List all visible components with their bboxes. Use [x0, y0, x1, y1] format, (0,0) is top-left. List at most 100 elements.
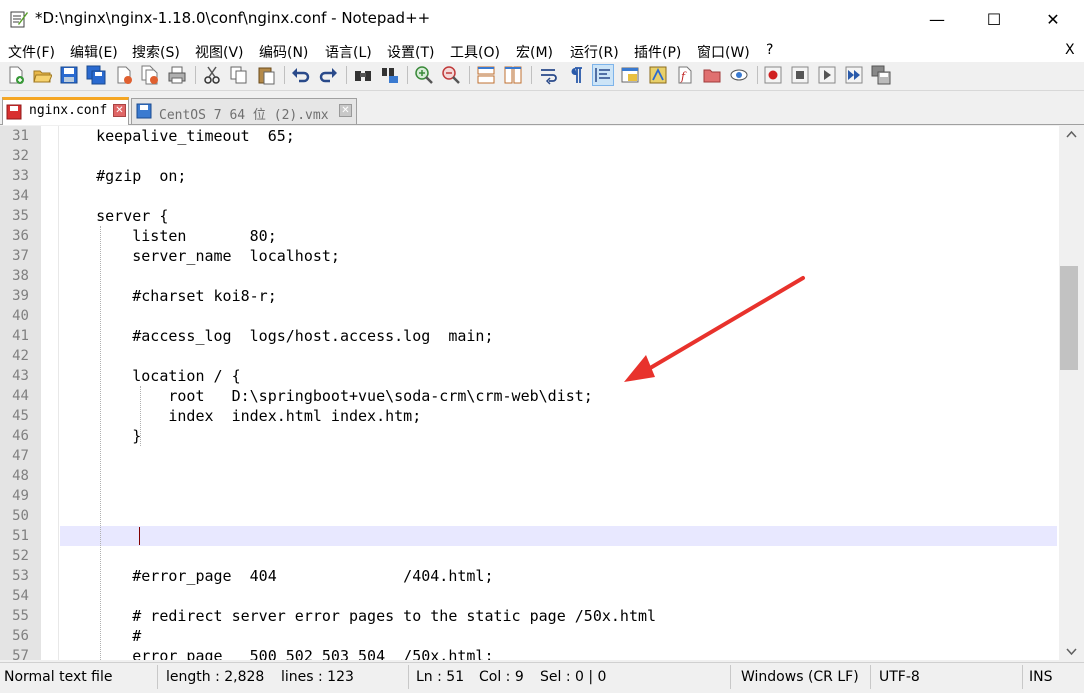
- menu-help[interactable]: ?: [766, 42, 773, 58]
- word-wrap-icon[interactable]: [539, 65, 559, 85]
- menu-search[interactable]: 搜索(S): [132, 42, 180, 62]
- menu-macro[interactable]: 宏(M): [516, 42, 553, 62]
- play-macro-icon[interactable]: [817, 65, 837, 85]
- line-number[interactable]: 56: [0, 626, 41, 646]
- run-macro-multiple-icon[interactable]: [844, 65, 864, 85]
- zoom-out-icon[interactable]: [441, 65, 461, 85]
- close-file-icon[interactable]: [114, 65, 134, 85]
- menu-language[interactable]: 语言(L): [325, 42, 372, 62]
- line-number[interactable]: 51: [0, 526, 41, 546]
- line-number[interactable]: 55: [0, 606, 41, 626]
- line-number[interactable]: 32: [0, 146, 41, 166]
- line-number[interactable]: 57: [0, 646, 41, 660]
- line-number[interactable]: 42: [0, 346, 41, 366]
- maximize-button[interactable]: ☐: [967, 0, 1021, 38]
- redo-icon[interactable]: [318, 65, 338, 85]
- undo-icon[interactable]: [291, 65, 311, 85]
- paste-icon[interactable]: [256, 65, 276, 85]
- line-number[interactable]: 46: [0, 426, 41, 446]
- find-icon[interactable]: [353, 65, 373, 85]
- menu-run[interactable]: 运行(R): [570, 42, 619, 62]
- code-line[interactable]: #error_page 404 /404.html;: [60, 566, 493, 586]
- close-tab-icon[interactable]: ✕: [339, 104, 352, 117]
- line-number[interactable]: 45: [0, 406, 41, 426]
- menu-window[interactable]: 窗口(W): [697, 42, 750, 62]
- line-number[interactable]: 43: [0, 366, 41, 386]
- line-number[interactable]: 41: [0, 326, 41, 346]
- code-line[interactable]: root D:\springboot+vue\soda-crm\crm-web\…: [60, 386, 592, 406]
- close-window-button[interactable]: ✕: [1026, 0, 1080, 38]
- tab-centos-vmx[interactable]: CentOS 7 64 位 (2).vmx ✕: [131, 98, 357, 124]
- code-line[interactable]: # redirect server error pages to the sta…: [60, 606, 656, 626]
- copy-icon[interactable]: [229, 65, 249, 85]
- menu-tools[interactable]: 工具(O): [450, 42, 500, 62]
- line-number[interactable]: 38: [0, 266, 41, 286]
- line-number[interactable]: 40: [0, 306, 41, 326]
- line-number[interactable]: 50: [0, 506, 41, 526]
- minimize-button[interactable]: —: [910, 0, 964, 38]
- code-line[interactable]: #charset koi8-r;: [60, 286, 277, 306]
- code-line[interactable]: }: [60, 426, 141, 446]
- folder-workspace-icon[interactable]: [702, 65, 722, 85]
- scroll-down-icon[interactable]: [1059, 644, 1084, 660]
- line-number[interactable]: 39: [0, 286, 41, 306]
- record-macro-icon[interactable]: [763, 65, 783, 85]
- menu-file[interactable]: 文件(F): [8, 42, 55, 62]
- line-number[interactable]: 35: [0, 206, 41, 226]
- replace-icon[interactable]: [380, 65, 400, 85]
- fold-margin[interactable]: [41, 126, 59, 660]
- code-line[interactable]: listen 80;: [60, 226, 277, 246]
- code-line[interactable]: #: [60, 626, 141, 646]
- doc-map-icon[interactable]: [648, 65, 668, 85]
- show-all-chars-icon[interactable]: [566, 65, 586, 85]
- sync-horizontal-icon[interactable]: [503, 65, 523, 85]
- open-file-icon[interactable]: [32, 65, 52, 85]
- menu-edit[interactable]: 编辑(E): [70, 42, 118, 62]
- code-line[interactable]: #access_log logs/host.access.log main;: [60, 326, 493, 346]
- monitor-icon[interactable]: [729, 65, 749, 85]
- vertical-scrollbar[interactable]: [1059, 126, 1084, 660]
- code-line[interactable]: #gzip on;: [60, 166, 186, 186]
- function-list-icon[interactable]: f: [675, 65, 695, 85]
- line-number[interactable]: 34: [0, 186, 41, 206]
- scroll-up-icon[interactable]: [1059, 126, 1084, 142]
- new-file-icon[interactable]: [6, 65, 26, 85]
- line-number[interactable]: 36: [0, 226, 41, 246]
- line-number[interactable]: 53: [0, 566, 41, 586]
- line-number[interactable]: 48: [0, 466, 41, 486]
- line-number[interactable]: 54: [0, 586, 41, 606]
- save-all-icon[interactable]: [86, 65, 106, 85]
- code-line[interactable]: keepalive_timeout 65;: [60, 126, 295, 146]
- code-line[interactable]: index index.html index.htm;: [60, 406, 421, 426]
- close-tab-icon[interactable]: ✕: [113, 104, 126, 117]
- stop-record-icon[interactable]: [790, 65, 810, 85]
- scrollbar-thumb[interactable]: [1060, 266, 1078, 370]
- line-number[interactable]: 37: [0, 246, 41, 266]
- zoom-in-icon[interactable]: [414, 65, 434, 85]
- menu-view[interactable]: 视图(V): [195, 42, 244, 62]
- menu-settings[interactable]: 设置(T): [387, 42, 434, 62]
- line-number[interactable]: 44: [0, 386, 41, 406]
- code-line[interactable]: error_page 500 502 503 504 /50x.html;: [60, 646, 493, 660]
- code-line[interactable]: server_name localhost;: [60, 246, 340, 266]
- line-number[interactable]: 49: [0, 486, 41, 506]
- user-language-icon[interactable]: [620, 65, 640, 85]
- line-number[interactable]: 33: [0, 166, 41, 186]
- code-line[interactable]: server {: [60, 206, 168, 226]
- save-icon[interactable]: [59, 65, 79, 85]
- tab-nginx-conf[interactable]: nginx.conf ✕: [2, 97, 129, 125]
- save-macro-icon[interactable]: [871, 65, 891, 85]
- print-icon[interactable]: [167, 65, 187, 85]
- indent-guide-icon[interactable]: [592, 64, 614, 86]
- editor-area[interactable]: 31 keepalive_timeout 65; 32 33 #gzip on; 34…: [0, 126, 1059, 660]
- menu-encoding[interactable]: 编码(N): [259, 42, 308, 62]
- code-line[interactable]: location / {: [60, 366, 240, 386]
- sync-vertical-icon[interactable]: [476, 65, 496, 85]
- close-all-icon[interactable]: [140, 65, 160, 85]
- menu-plugins[interactable]: 插件(P): [634, 42, 681, 62]
- line-number[interactable]: 52: [0, 546, 41, 566]
- line-number[interactable]: 47: [0, 446, 41, 466]
- close-document-button[interactable]: X: [1065, 42, 1075, 58]
- cut-icon[interactable]: [202, 65, 222, 85]
- line-number[interactable]: 31: [0, 126, 41, 146]
